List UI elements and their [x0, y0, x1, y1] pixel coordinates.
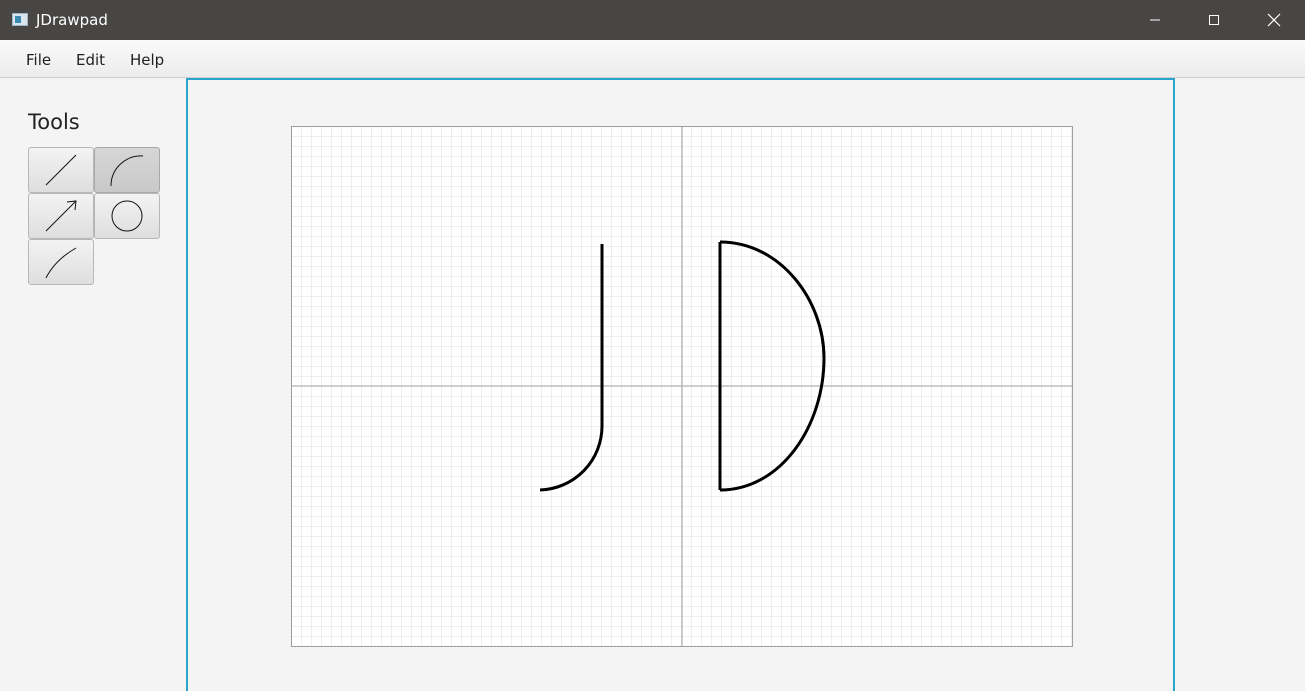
window-title: JDrawpad: [36, 11, 108, 29]
arc-tool-button[interactable]: [94, 147, 160, 193]
line-icon: [45, 154, 77, 186]
close-icon: [1267, 13, 1281, 27]
tools-heading: Tools: [28, 110, 80, 134]
drawing-canvas[interactable]: [291, 126, 1073, 647]
tools-sidebar: Tools: [0, 78, 186, 691]
line-tool-button[interactable]: [28, 147, 94, 193]
arrow-tool-button[interactable]: [28, 193, 94, 239]
minimize-icon: [1150, 19, 1160, 21]
menu-help[interactable]: Help: [130, 51, 164, 69]
ellipse-icon: [111, 200, 143, 232]
menu-file[interactable]: File: [26, 51, 51, 69]
maximize-icon: [1209, 15, 1219, 25]
ellipse-tool-button[interactable]: [94, 193, 160, 239]
arc-icon: [110, 155, 144, 187]
curve-icon: [45, 247, 77, 279]
title-bar: JDrawpad: [0, 0, 1305, 40]
close-button[interactable]: [1244, 0, 1304, 40]
curve-tool-button[interactable]: [28, 239, 94, 285]
right-panel: [1175, 78, 1305, 691]
maximize-button[interactable]: [1184, 0, 1244, 40]
menu-bar: File Edit Help: [0, 40, 1305, 78]
arrow-icon: [45, 200, 77, 232]
app-window-icon: [12, 13, 28, 26]
minimize-button[interactable]: [1125, 0, 1185, 40]
menu-edit[interactable]: Edit: [76, 51, 105, 69]
